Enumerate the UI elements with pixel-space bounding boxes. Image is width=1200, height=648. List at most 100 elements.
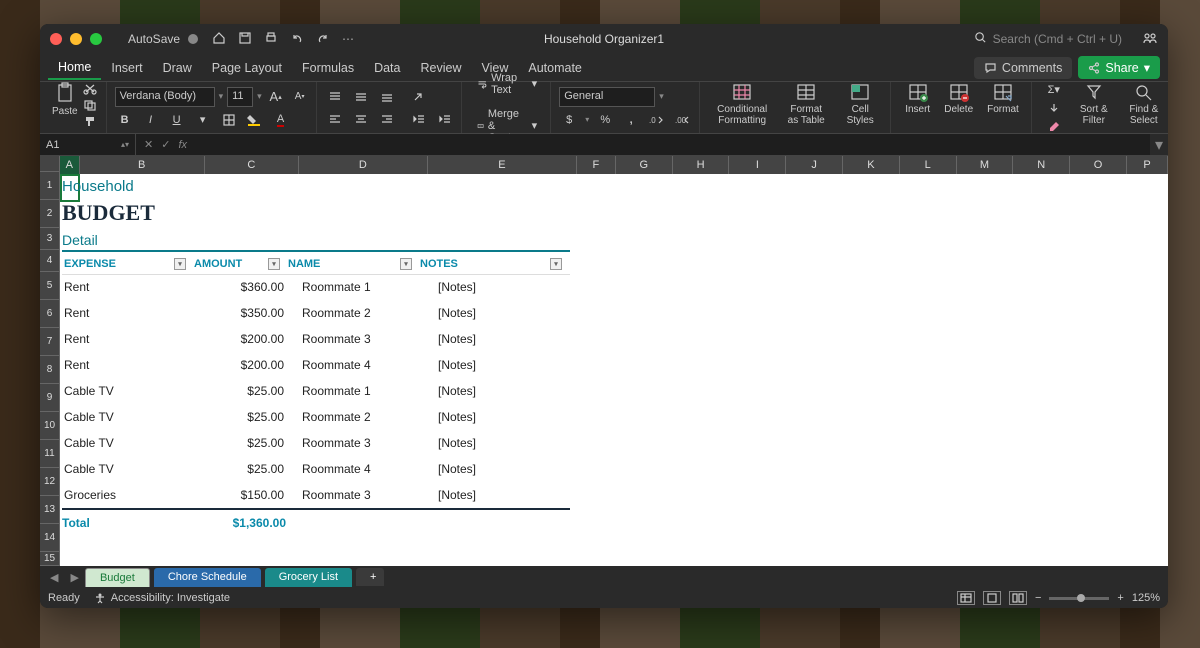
decrease-font-icon[interactable]: A▾ [290,88,310,106]
page-layout-view-icon[interactable] [983,591,1001,605]
sort-filter-button[interactable]: Sort & Filter [1070,82,1118,133]
clear-icon[interactable] [1044,117,1064,133]
normal-view-icon[interactable] [957,591,975,605]
orientation-icon[interactable] [409,88,429,106]
row-header-11[interactable]: 11 [40,440,60,468]
increase-decimal-icon[interactable]: .0 [647,111,667,129]
col-header-H[interactable]: H [673,156,730,174]
ribbon-tab-data[interactable]: Data [364,57,410,79]
filter-expense-icon[interactable]: ▾ [174,258,186,270]
col-header-L[interactable]: L [900,156,957,174]
ribbon-tab-review[interactable]: Review [410,57,471,79]
format-painter-icon[interactable] [80,114,100,128]
align-center-icon[interactable] [351,110,371,128]
number-format-select[interactable]: General [559,87,655,107]
copy-icon[interactable] [80,98,100,112]
ribbon-tab-insert[interactable]: Insert [101,57,152,79]
underline-button[interactable]: U [167,111,187,129]
fill-icon[interactable] [1044,100,1064,116]
tab-nav-prev-icon[interactable]: ◀ [44,571,64,584]
ribbon-tab-draw[interactable]: Draw [153,57,202,79]
ribbon-tab-formulas[interactable]: Formulas [292,57,364,79]
table-row[interactable]: Cable TV$25.00Roommate 4[Notes] [62,456,570,482]
font-color-button[interactable]: A [271,111,291,129]
autosave-label[interactable]: AutoSave [128,32,180,46]
collab-icon[interactable] [1142,31,1158,48]
minimize-window-button[interactable] [70,33,82,45]
sheet-tab-budget[interactable]: Budget [85,568,150,587]
table-row[interactable]: Rent$360.00Roommate 1[Notes] [62,274,570,300]
row-header-8[interactable]: 8 [40,356,60,384]
accessibility-status[interactable]: Accessibility: Investigate [94,592,230,604]
delete-cells-button[interactable]: Delete [938,82,979,133]
col-header-E[interactable]: E [428,156,577,174]
strike-button[interactable]: ▾ [193,111,213,129]
row-header-10[interactable]: 10 [40,412,60,440]
more-icon[interactable]: ⋯ [342,32,354,46]
col-header-N[interactable]: N [1013,156,1070,174]
maximize-window-button[interactable] [90,33,102,45]
col-header-B[interactable]: B [80,156,205,174]
zoom-in-button[interactable]: + [1117,592,1123,604]
font-size-select[interactable]: 11 [227,87,253,107]
currency-icon[interactable]: $ [559,111,579,129]
cell-styles-button[interactable]: Cell Styles [836,82,884,133]
increase-font-icon[interactable]: A▴ [266,88,286,106]
col-header-F[interactable]: F [577,156,616,174]
conditional-formatting-button[interactable]: Conditional Formatting [708,82,776,133]
filter-amount-icon[interactable]: ▾ [268,258,280,270]
save-icon[interactable] [238,31,252,48]
bold-button[interactable]: B [115,111,135,129]
row-header-1[interactable]: 1 [40,172,60,200]
col-header-O[interactable]: O [1070,156,1127,174]
search-icon[interactable] [974,31,987,47]
fill-color-button[interactable] [245,111,265,129]
autosum-icon[interactable]: Σ▾ [1044,82,1064,98]
col-header-C[interactable]: C [205,156,299,174]
row-header-14[interactable]: 14 [40,524,60,552]
row-header-9[interactable]: 9 [40,384,60,412]
sheet-tab-chore-schedule[interactable]: Chore Schedule [154,568,261,587]
insert-cells-button[interactable]: Insert [899,82,936,133]
select-all-corner[interactable] [40,156,60,172]
col-header-K[interactable]: K [843,156,900,174]
col-header-P[interactable]: P [1127,156,1168,174]
print-icon[interactable] [264,31,278,48]
row-header-6[interactable]: 6 [40,300,60,328]
filter-name-icon[interactable]: ▾ [400,258,412,270]
cancel-formula-icon[interactable]: ✕ [144,138,153,151]
col-header-I[interactable]: I [729,156,786,174]
close-window-button[interactable] [50,33,62,45]
table-row[interactable]: Rent$200.00Roommate 3[Notes] [62,326,570,352]
format-as-table-button[interactable]: Format as Table [778,82,834,133]
tab-nav-next-icon[interactable]: ▶ [64,571,84,584]
name-box[interactable]: A1▴▾ [40,134,136,155]
align-top-icon[interactable] [325,88,345,106]
table-row[interactable]: Cable TV$25.00Roommate 3[Notes] [62,430,570,456]
italic-button[interactable]: I [141,111,161,129]
fx-icon[interactable]: fx [178,139,187,151]
align-middle-icon[interactable] [351,88,371,106]
col-header-M[interactable]: M [957,156,1014,174]
expand-formula-bar-icon[interactable]: ▾ [1150,134,1168,155]
row-header-13[interactable]: 13 [40,496,60,524]
comments-button[interactable]: Comments [974,57,1072,79]
increase-indent-icon[interactable] [435,110,455,128]
redo-icon[interactable] [316,31,330,48]
font-name-select[interactable]: Verdana (Body) [115,87,215,107]
table-row[interactable]: Cable TV$25.00Roommate 2[Notes] [62,404,570,430]
col-header-D[interactable]: D [299,156,428,174]
col-header-A[interactable]: A [60,156,80,174]
row-header-2[interactable]: 2 [40,200,60,228]
paste-button[interactable]: Paste [52,82,78,133]
ribbon-tab-home[interactable]: Home [48,56,101,80]
row-header-4[interactable]: 4 [40,250,60,272]
table-row[interactable]: Cable TV$25.00Roommate 1[Notes] [62,378,570,404]
ribbon-tab-page-layout[interactable]: Page Layout [202,57,292,79]
cut-icon[interactable] [80,82,100,96]
percent-icon[interactable]: % [595,111,615,129]
home-icon[interactable] [212,31,226,48]
undo-icon[interactable] [290,31,304,48]
sheet-tab-grocery-list[interactable]: Grocery List [265,568,352,587]
col-header-G[interactable]: G [616,156,673,174]
